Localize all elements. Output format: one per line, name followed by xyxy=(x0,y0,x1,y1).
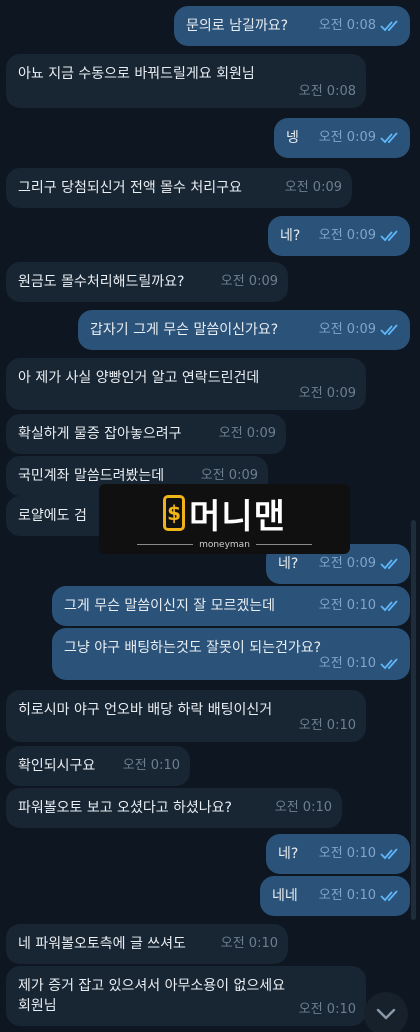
message-time: 오전 0:09 xyxy=(218,426,276,441)
watermark-subtitle: moneyman xyxy=(199,539,250,550)
watermark-title: 머니맨 xyxy=(189,496,286,537)
message-meta: 오전 0:10 xyxy=(123,756,180,776)
message-meta: 오전 0:09 xyxy=(299,384,356,404)
message-meta: 오전 0:10 xyxy=(275,798,332,818)
message-meta: 오전 0:08 xyxy=(319,16,400,36)
message-meta: 오전 0:09 xyxy=(319,226,400,246)
message-time: 오전 0:08 xyxy=(318,18,376,33)
dollar-phone-icon: $ xyxy=(163,495,186,531)
message-meta: 오전 0:09 xyxy=(319,554,400,574)
watermark-logo: $ 머니맨 moneyman xyxy=(99,484,350,554)
message-meta: 오전 0:10 xyxy=(319,654,400,674)
message-meta: 오전 0:09 xyxy=(285,178,342,198)
scroll-thumb[interactable] xyxy=(411,520,416,920)
message-time: 오전 0:09 xyxy=(318,556,376,571)
message-outgoing[interactable]: 네? 오전 0:09 xyxy=(268,216,410,256)
message-time: 오전 0:10 xyxy=(298,1002,356,1017)
message-incoming[interactable]: 파워볼오토 보고 오셨다고 하셨나요? 오전 0:10 xyxy=(6,788,342,828)
message-time: 오전 0:09 xyxy=(298,386,356,401)
divider xyxy=(137,544,194,545)
message-meta: 오전 0:08 xyxy=(299,82,356,102)
message-time: 오전 0:09 xyxy=(318,228,376,243)
chat-history: 문의로 남길까요? 오전 0:08 아뇨 지금 수동으로 바꿔드릴게요 회원님 … xyxy=(0,0,420,1032)
message-time: 오전 0:10 xyxy=(298,718,356,733)
double-check-icon xyxy=(380,558,398,570)
message-meta: 오전 0:09 xyxy=(201,466,258,486)
message-outgoing[interactable]: 그냥 야구 배팅하는것도 잘못이 되는건가요? 오전 0:10 xyxy=(52,628,410,680)
watermark-row: $ 머니맨 xyxy=(163,489,286,538)
message-time: 오전 0:09 xyxy=(200,468,258,483)
message-time: 오전 0:10 xyxy=(318,846,376,861)
message-time: 오전 0:09 xyxy=(318,130,376,145)
message-meta: 오전 0:09 xyxy=(221,272,278,292)
scroll-down-button[interactable] xyxy=(364,992,408,1032)
message-meta: 오전 0:09 xyxy=(319,320,400,340)
message-incoming[interactable]: 아뇨 지금 수동으로 바꿔드릴게요 회원님 오전 0:08 xyxy=(6,54,366,108)
message-incoming[interactable]: 제가 증거 잡고 있으셔서 아무소용이 없으세요 회원님 오전 0:10 xyxy=(6,966,366,1026)
message-incoming[interactable]: 히로시마 야구 언오바 배당 하락 배팅이신거 오전 0:10 xyxy=(6,690,366,742)
message-time: 오전 0:08 xyxy=(298,84,356,99)
message-time: 오전 0:10 xyxy=(318,598,376,613)
message-incoming[interactable]: 아 제가 사실 양빵인거 알고 연락드린건데 오전 0:09 xyxy=(6,358,366,410)
message-meta: 오전 0:10 xyxy=(299,1000,356,1020)
divider xyxy=(255,544,312,545)
double-check-icon xyxy=(380,848,398,860)
message-time: 오전 0:10 xyxy=(220,936,278,951)
double-check-icon xyxy=(380,890,398,902)
message-meta: 오전 0:09 xyxy=(219,424,276,444)
double-check-icon xyxy=(380,324,398,336)
scrollbar[interactable] xyxy=(411,0,416,1032)
message-time: 오전 0:09 xyxy=(284,180,342,195)
double-check-icon xyxy=(380,658,398,670)
watermark-logo-glyph: $ xyxy=(167,501,182,525)
message-time: 오전 0:09 xyxy=(220,274,278,289)
message-outgoing[interactable]: 넹 오전 0:09 xyxy=(274,118,410,158)
message-incoming[interactable]: 확실하게 물증 잡아놓으려구 오전 0:09 xyxy=(6,414,286,454)
message-outgoing[interactable]: 네네 오전 0:10 xyxy=(260,876,410,916)
message-incoming[interactable]: 원금도 몰수처리해드릴까요? 오전 0:09 xyxy=(6,262,288,302)
message-meta: 오전 0:09 xyxy=(319,128,400,148)
message-incoming[interactable]: 확인되시구요 오전 0:10 xyxy=(6,746,190,786)
double-check-icon xyxy=(380,230,398,242)
message-time: 오전 0:10 xyxy=(318,888,376,903)
message-outgoing[interactable]: 네? 오전 0:10 xyxy=(266,834,410,874)
message-meta: 오전 0:10 xyxy=(319,844,400,864)
double-check-icon xyxy=(380,20,398,32)
message-time: 오전 0:10 xyxy=(274,800,332,815)
message-incoming[interactable]: 그리구 당첨되신거 전액 몰수 처리구요 오전 0:09 xyxy=(6,168,352,208)
message-meta: 오전 0:10 xyxy=(299,716,356,736)
chevron-down-icon xyxy=(376,1008,396,1020)
message-text: 아뇨 지금 수동으로 바꿔드릴게요 회원님 xyxy=(18,66,255,82)
message-outgoing[interactable]: 갑자기 그게 무슨 말씀이신가요? 오전 0:09 xyxy=(78,310,410,350)
double-check-icon xyxy=(380,600,398,612)
message-outgoing[interactable]: 문의로 남길까요? 오전 0:08 xyxy=(174,6,410,46)
message-time: 오전 0:10 xyxy=(318,656,376,671)
message-meta: 오전 0:10 xyxy=(221,934,278,954)
message-incoming[interactable]: 네 파워볼오토측에 글 쓰셔도 오전 0:10 xyxy=(6,924,288,964)
message-meta: 오전 0:10 xyxy=(319,596,400,616)
double-check-icon xyxy=(380,132,398,144)
message-meta: 오전 0:10 xyxy=(319,886,400,906)
message-outgoing[interactable]: 그게 무슨 말씀이신지 잘 모르겠는데 오전 0:10 xyxy=(52,586,410,626)
message-time: 오전 0:09 xyxy=(318,322,376,337)
watermark-subtitle-row: moneyman xyxy=(137,540,312,550)
message-time: 오전 0:10 xyxy=(122,758,180,773)
